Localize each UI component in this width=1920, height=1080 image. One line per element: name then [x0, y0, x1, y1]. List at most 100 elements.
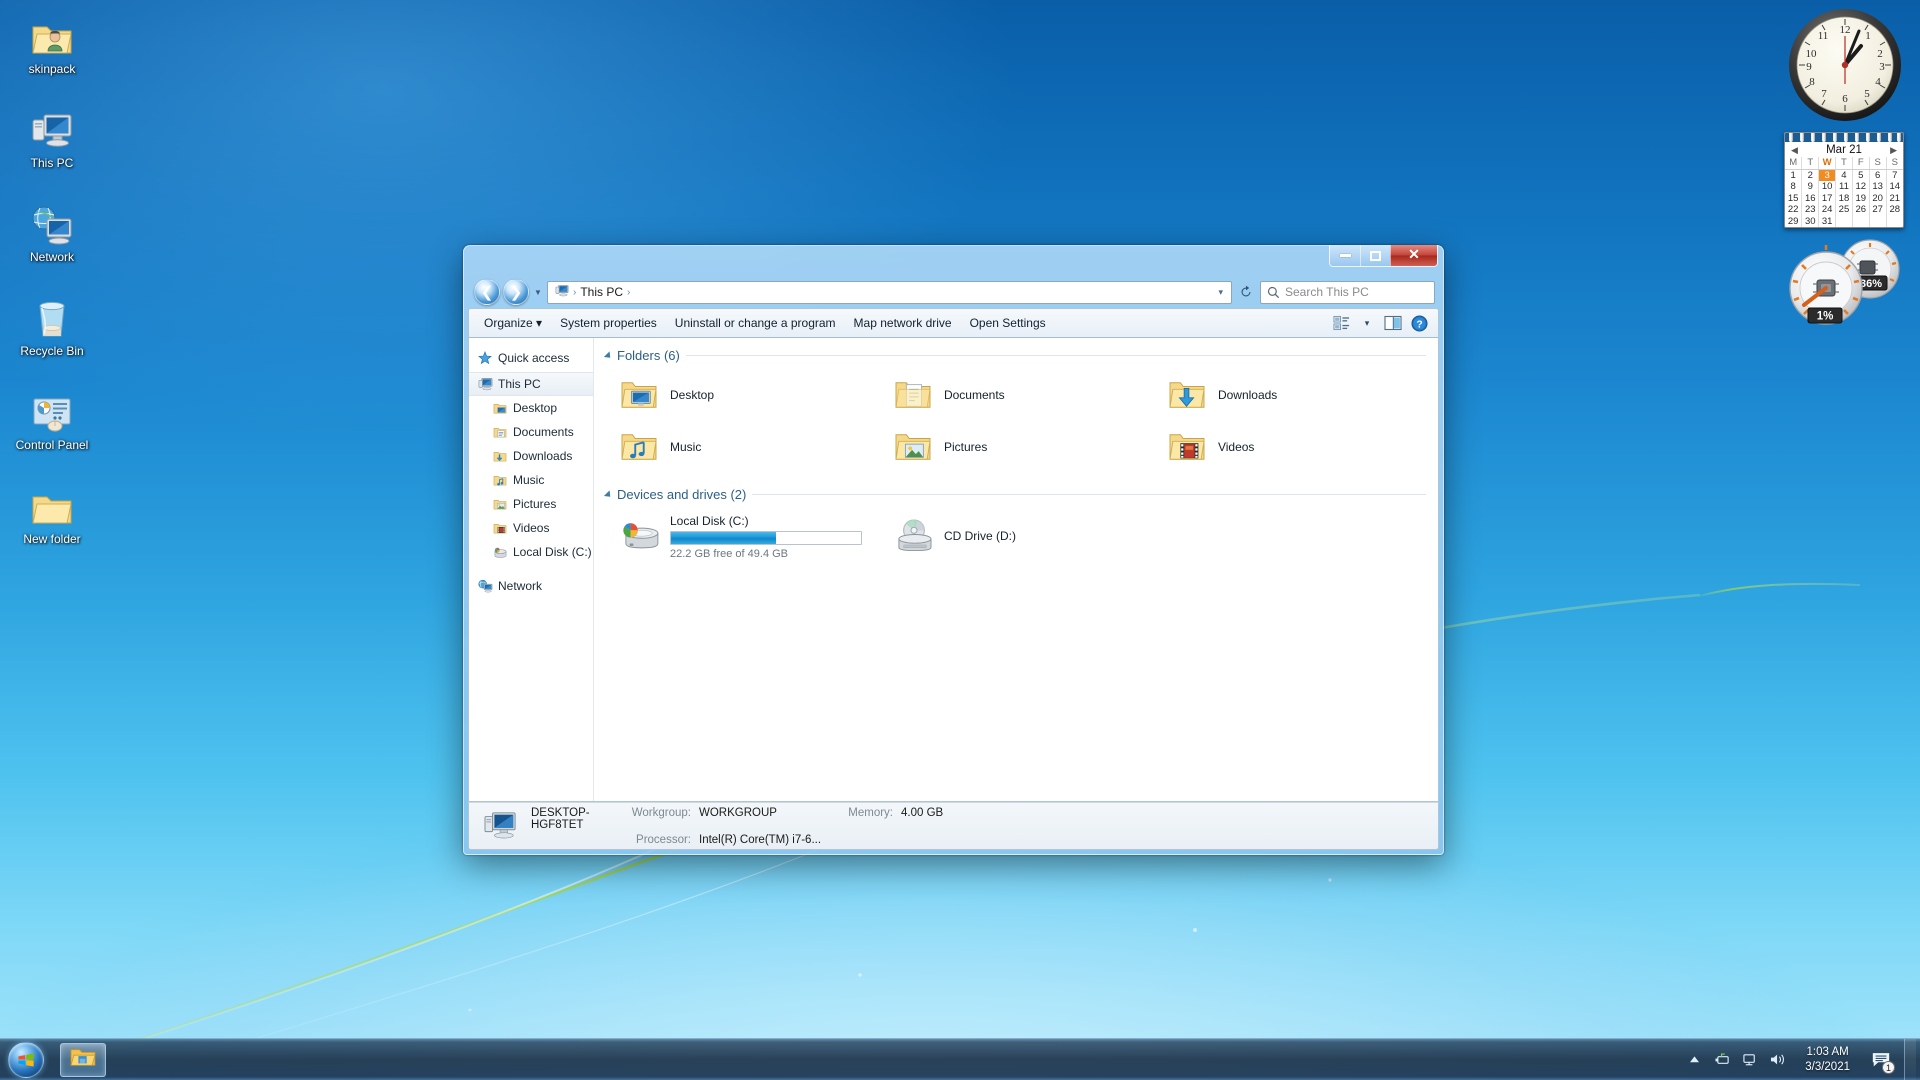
calendar-day[interactable]: 13 [1868, 181, 1887, 193]
calendar-day[interactable]: 8 [1785, 181, 1802, 193]
desktop-icon-skinpack[interactable]: skinpack [6, 6, 98, 76]
close-button[interactable]: ✕ [1390, 245, 1437, 266]
calendar-day[interactable]: 9 [1801, 181, 1819, 193]
folder-tile-pictures[interactable]: Pictures [878, 421, 1152, 473]
calendar-day[interactable]: 21 [1885, 192, 1903, 204]
desktop[interactable]: skinpack This PC Network Recycle Bin Con… [0, 0, 1920, 1080]
collapse-triangle-icon[interactable] [603, 489, 614, 500]
collapse-triangle-icon[interactable] [603, 350, 614, 361]
sidebar-item-videos[interactable]: Videos [469, 516, 593, 540]
refresh-button[interactable] [1235, 281, 1257, 304]
desktop-icon-control-panel[interactable]: Control Panel [6, 382, 98, 452]
desktop-icon-this-pc[interactable]: This PC [6, 100, 98, 170]
calendar-day[interactable]: 6 [1868, 169, 1887, 181]
start-orb[interactable] [2, 1040, 50, 1080]
calendar-day[interactable] [1885, 215, 1903, 227]
sidebar-item-documents[interactable]: Documents [469, 420, 593, 444]
calendar-day[interactable]: 17 [1818, 192, 1836, 204]
calendar-day-today[interactable]: 3 [1818, 169, 1836, 181]
window-titlebar[interactable]: ✕ [468, 245, 1439, 276]
calendar-day[interactable]: 18 [1835, 192, 1853, 204]
calendar-next-button[interactable]: ▶ [1890, 145, 1897, 156]
taskbar-clock[interactable]: 1:03 AM 3/3/2021 [1797, 1045, 1858, 1075]
calendar-day[interactable]: 20 [1868, 192, 1887, 204]
cpu-meter-gadget[interactable]: 36% 1% [1782, 236, 1908, 328]
volume-icon[interactable] [1769, 1051, 1787, 1069]
calendar-day[interactable]: 25 [1835, 204, 1853, 216]
toolbar-organize[interactable]: Organize ▾ [475, 312, 551, 334]
show-desktop-button[interactable] [1904, 1038, 1916, 1080]
maximize-button[interactable] [1360, 245, 1390, 266]
calendar-day[interactable] [1851, 215, 1870, 227]
analog-clock-gadget[interactable]: 12 1 2 3 45 6 78 9 10 11 [1786, 6, 1904, 124]
recent-locations-button[interactable]: ▼ [532, 281, 544, 303]
calendar-day[interactable]: 30 [1801, 215, 1819, 227]
drive-tile-cd[interactable]: CD Drive (D:) [878, 508, 1152, 564]
minimize-button[interactable] [1330, 245, 1360, 266]
calendar-day[interactable]: 2 [1801, 169, 1819, 181]
taskbar-file-explorer[interactable] [60, 1042, 106, 1077]
toolbar-uninstall[interactable]: Uninstall or change a program [666, 312, 845, 334]
calendar-day[interactable]: 23 [1801, 204, 1819, 216]
sidebar-item-this-pc[interactable]: This PC [469, 372, 593, 396]
calendar-day[interactable]: 14 [1885, 181, 1903, 193]
sidebar-item-pictures[interactable]: Pictures [469, 492, 593, 516]
calendar-day[interactable]: 12 [1851, 181, 1870, 193]
folder-tile-desktop[interactable]: Desktop [604, 369, 878, 421]
sidebar-item-desktop[interactable]: Desktop [469, 396, 593, 420]
flash-drive-icon[interactable] [1713, 1051, 1731, 1069]
tray-overflow-button[interactable] [1685, 1051, 1703, 1069]
calendar-day[interactable]: 31 [1818, 215, 1836, 227]
calendar-day[interactable] [1835, 215, 1853, 227]
folder-tile-videos[interactable]: Videos [1152, 421, 1426, 473]
sidebar-item-music[interactable]: Music [469, 468, 593, 492]
address-bar[interactable]: › This PC › ▾ [547, 280, 1232, 304]
change-view-icon[interactable] [1328, 312, 1354, 334]
calendar-day[interactable]: 28 [1885, 204, 1903, 216]
preview-pane-icon[interactable] [1380, 312, 1406, 334]
folder-tile-documents[interactable]: Documents [878, 369, 1152, 421]
change-view-dropdown[interactable]: ▾ [1354, 312, 1380, 334]
calendar-day[interactable]: 15 [1785, 193, 1802, 205]
calendar-day[interactable]: 22 [1785, 204, 1802, 216]
calendar-day[interactable]: 4 [1835, 169, 1853, 181]
calendar-day[interactable]: 1 [1785, 169, 1802, 181]
calendar-day[interactable]: 10 [1818, 181, 1836, 193]
navigation-pane[interactable]: Quick access This PC Desktop Documents D… [469, 338, 594, 801]
breadcrumb-this-pc[interactable]: › This PC › [553, 284, 632, 300]
sidebar-item-local-disk[interactable]: Local Disk (C:) [469, 540, 593, 564]
calendar-day[interactable]: 19 [1851, 192, 1870, 204]
back-button[interactable]: ❮ [474, 279, 500, 305]
network-tray-icon[interactable] [1741, 1051, 1759, 1069]
toolbar-map-network-drive[interactable]: Map network drive [845, 312, 961, 334]
desktop-icon-recycle-bin[interactable]: Recycle Bin [6, 288, 98, 358]
drive-tile-local-disk[interactable]: Local Disk (C:) 22.2 GB free of 49.4 GB [604, 508, 878, 564]
help-icon[interactable]: ? [1406, 312, 1432, 334]
folder-tile-downloads[interactable]: Downloads [1152, 369, 1426, 421]
calendar-day[interactable]: 27 [1868, 204, 1887, 216]
content-pane[interactable]: Folders (6) Desktop Documents Downloads … [594, 338, 1438, 801]
toolbar-system-properties[interactable]: System properties [551, 312, 666, 334]
folder-tile-music[interactable]: Music [604, 421, 878, 473]
taskbar[interactable]: 1:03 AM 3/3/2021 1 [0, 1038, 1920, 1080]
notification-center-button[interactable]: 1 [1868, 1047, 1895, 1074]
address-dropdown-icon[interactable]: ▾ [1212, 287, 1229, 298]
calendar-day[interactable] [1868, 215, 1887, 227]
forward-button[interactable]: ❯ [503, 279, 529, 305]
calendar-day[interactable]: 7 [1885, 169, 1903, 181]
calendar-gadget[interactable]: ◀ Mar 21 ▶ M T W T F S S 1 2 3 4 5 6 7 8… [1784, 132, 1904, 228]
calendar-prev-button[interactable]: ◀ [1791, 145, 1798, 156]
search-input[interactable]: Search This PC [1260, 280, 1435, 304]
calendar-day[interactable]: 16 [1801, 192, 1819, 204]
calendar-day[interactable]: 11 [1835, 181, 1853, 193]
calendar-day[interactable]: 24 [1818, 204, 1836, 216]
file-explorer-window[interactable]: ✕ ❮ ❯ ▼ › This PC › ▾ Search This PC Org… [463, 245, 1444, 855]
sidebar-item-downloads[interactable]: Downloads [469, 444, 593, 468]
calendar-day[interactable]: 5 [1851, 169, 1870, 181]
toolbar-open-settings[interactable]: Open Settings [961, 312, 1055, 334]
sidebar-item-quick-access[interactable]: Quick access [469, 346, 593, 370]
desktop-icon-network[interactable]: Network [6, 194, 98, 264]
desktop-icon-new-folder[interactable]: New folder [6, 476, 98, 546]
sidebar-item-network[interactable]: Network [469, 574, 593, 598]
calendar-day[interactable]: 26 [1851, 204, 1870, 216]
